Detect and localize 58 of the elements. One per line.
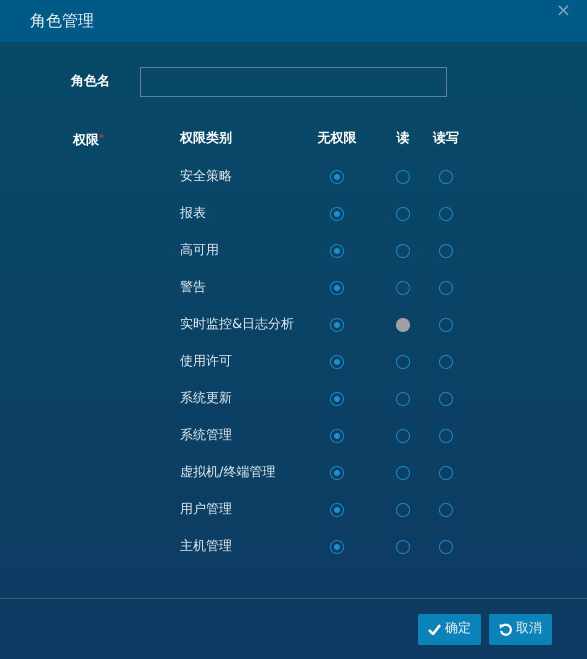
radio-button[interactable]	[330, 540, 344, 554]
radio-button[interactable]	[439, 502, 453, 516]
undo-icon	[499, 622, 512, 636]
radio-button[interactable]	[396, 354, 410, 368]
radio-button[interactable]	[330, 392, 344, 406]
radio-button[interactable]	[439, 206, 453, 220]
radio-button[interactable]	[439, 354, 453, 368]
dialog-title: 角色管理	[30, 10, 94, 32]
radio-button[interactable]	[396, 318, 410, 332]
radio-button[interactable]	[330, 354, 344, 368]
field-label: 角色名	[70, 73, 111, 92]
radio-button[interactable]	[396, 244, 410, 258]
radio-button[interactable]	[330, 428, 344, 442]
category-label: 高可用	[180, 242, 220, 260]
radio-button[interactable]	[396, 502, 410, 516]
column-header: 无权限	[318, 130, 356, 148]
radio-button[interactable]	[330, 466, 344, 480]
cancel-button[interactable]: 取消	[489, 614, 552, 644]
radio-button[interactable]	[330, 244, 344, 258]
radio-button[interactable]	[396, 392, 410, 406]
radio-button[interactable]	[439, 280, 453, 294]
radio-button[interactable]	[330, 170, 344, 184]
radio-button[interactable]	[330, 280, 344, 294]
radio-button[interactable]	[439, 244, 453, 258]
category-label: 报表	[180, 204, 207, 223]
column-header: 权限类别	[180, 130, 232, 148]
radio-button[interactable]	[439, 392, 453, 406]
column-header: 读写	[433, 130, 459, 148]
radio-button[interactable]	[439, 428, 453, 442]
radio-button[interactable]	[396, 428, 410, 442]
radio-button[interactable]	[439, 466, 453, 480]
category-label: 系统管理	[180, 426, 233, 445]
radio-button[interactable]	[396, 206, 410, 220]
radio-button[interactable]	[439, 170, 453, 184]
category-label: 警告	[180, 278, 207, 297]
close-button[interactable]: ×	[554, 0, 573, 22]
radio-button[interactable]	[330, 318, 344, 332]
category-label: 虚拟机/终端管理	[180, 464, 276, 482]
category-label: 实时监控&日志分析	[180, 316, 296, 334]
radio-button[interactable]	[396, 540, 410, 554]
radio-button[interactable]	[396, 280, 410, 294]
confirm-button[interactable]: 确定	[418, 614, 481, 644]
permission-label: 权限	[72, 133, 99, 148]
required-mark: *	[98, 133, 104, 144]
radio-button[interactable]	[396, 170, 410, 184]
radio-button[interactable]	[330, 502, 344, 516]
role-name-input[interactable]	[140, 67, 447, 97]
radio-button[interactable]	[330, 206, 344, 220]
radio-button[interactable]	[439, 318, 453, 332]
column-header: 读	[396, 130, 410, 148]
check-icon	[428, 624, 441, 634]
category-label: 用户管理	[180, 500, 233, 519]
category-label: 安全策略	[180, 168, 233, 186]
radio-button[interactable]	[396, 466, 410, 480]
category-label: 使用许可	[180, 352, 233, 371]
category-label: 主机管理	[180, 538, 233, 556]
radio-button[interactable]	[439, 540, 453, 554]
category-label: 系统更新	[180, 390, 233, 408]
